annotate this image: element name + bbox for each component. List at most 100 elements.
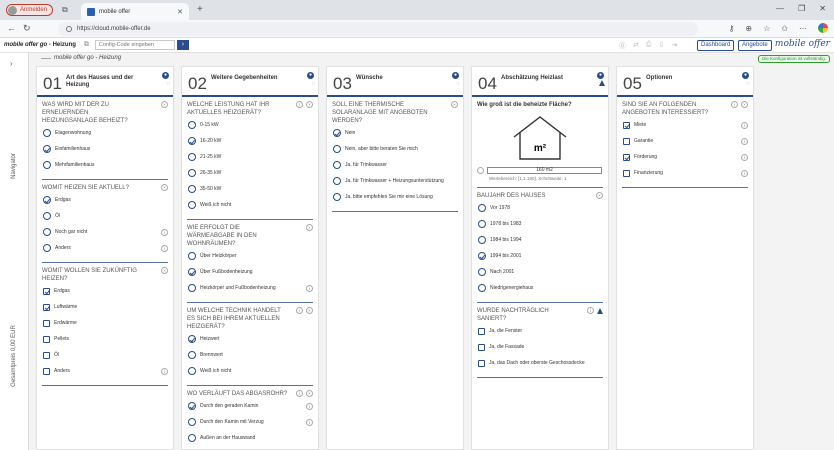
navigator-label[interactable]: Navigator bbox=[11, 153, 17, 179]
profile-button[interactable]: Anmelden bbox=[6, 4, 54, 16]
checkbox-option[interactable]: Garantie i bbox=[622, 133, 748, 149]
favorite-star-icon[interactable]: ☆ bbox=[763, 24, 770, 33]
info-icon[interactable]: i bbox=[296, 390, 303, 397]
checkbox-option[interactable]: Erdwärme bbox=[42, 315, 168, 331]
radio-option[interactable]: Einfamilienhaus bbox=[42, 141, 168, 157]
checkbox-icon[interactable] bbox=[478, 343, 485, 351]
radio-icon[interactable] bbox=[43, 196, 51, 204]
step-header[interactable]: 01 Art des Hauses und der Heizung ● ○ bbox=[37, 67, 173, 97]
external-link-icon[interactable]: ⧉ bbox=[84, 41, 89, 49]
reset-icon[interactable]: × bbox=[161, 101, 168, 108]
info-icon[interactable]: i bbox=[741, 121, 748, 129]
radio-icon[interactable] bbox=[188, 402, 196, 410]
info-icon[interactable]: i bbox=[741, 137, 748, 145]
radio-option[interactable]: Öl bbox=[42, 208, 168, 224]
info-icon[interactable]: i bbox=[741, 169, 748, 177]
checkbox-option[interactable]: Öl bbox=[42, 347, 168, 363]
reset-icon[interactable]: × bbox=[596, 192, 603, 199]
radio-icon[interactable] bbox=[188, 418, 196, 426]
checkbox-icon[interactable] bbox=[623, 153, 630, 161]
info-icon[interactable]: i bbox=[731, 101, 738, 108]
download-icon[interactable]: ⇩ bbox=[658, 41, 664, 51]
radio-icon[interactable] bbox=[43, 212, 51, 220]
copilot-icon[interactable] bbox=[818, 23, 828, 33]
radio-option[interactable]: Noch gar nicht i bbox=[42, 224, 168, 240]
radio-icon[interactable] bbox=[188, 121, 196, 129]
info-icon[interactable]: i bbox=[306, 418, 313, 426]
info-icon[interactable]: i bbox=[306, 284, 313, 292]
reset-icon[interactable]: × bbox=[306, 101, 313, 108]
radio-option[interactable]: 35-50 kW bbox=[187, 181, 313, 197]
radio-option[interactable]: Etagenwohnung bbox=[42, 125, 168, 141]
help-icon[interactable]: ⓪ bbox=[619, 41, 626, 51]
step-header[interactable]: 02 Weitere Gegebenheiten ● ○ bbox=[182, 67, 318, 97]
checkbox-icon[interactable] bbox=[43, 287, 50, 295]
radio-option[interactable]: Heizwert bbox=[187, 331, 313, 347]
key-icon[interactable]: ⚷ bbox=[729, 24, 735, 33]
close-window-icon[interactable]: ✕ bbox=[819, 4, 826, 13]
checkbox-option[interactable]: Ja, die Fenster bbox=[477, 323, 603, 339]
url-field[interactable]: https://cloud.mobile-offer.de bbox=[58, 22, 698, 36]
checkbox-icon[interactable] bbox=[478, 359, 485, 367]
checkbox-option[interactable]: Ja, die Fassade bbox=[477, 339, 603, 355]
radio-option[interactable]: Durch den Kamin mit Verzug i bbox=[187, 414, 313, 430]
radio-option[interactable]: Nach 2001 bbox=[477, 264, 603, 280]
minimize-icon[interactable]: — bbox=[776, 4, 784, 13]
checkbox-icon[interactable] bbox=[43, 335, 50, 343]
radio-icon[interactable] bbox=[188, 284, 196, 292]
radio-icon[interactable] bbox=[333, 145, 341, 153]
info-icon[interactable]: i bbox=[306, 402, 313, 410]
radio-icon[interactable] bbox=[188, 367, 196, 375]
radio-option[interactable]: Über Heizkörper bbox=[187, 248, 313, 264]
reset-icon[interactable]: × bbox=[306, 224, 313, 231]
radio-icon[interactable] bbox=[188, 268, 196, 276]
radio-icon[interactable] bbox=[43, 129, 51, 137]
back-icon[interactable]: ← bbox=[7, 23, 16, 33]
info-icon[interactable]: i bbox=[161, 244, 168, 252]
radio-icon[interactable] bbox=[43, 161, 51, 169]
radio-icon[interactable] bbox=[43, 228, 51, 236]
logout-icon[interactable]: ⇥ bbox=[671, 41, 677, 51]
radio-icon[interactable] bbox=[188, 137, 196, 145]
info-icon[interactable]: i bbox=[161, 228, 168, 236]
config-code-go-button[interactable]: › bbox=[176, 40, 189, 50]
radio-icon[interactable] bbox=[333, 193, 341, 201]
checkbox-icon[interactable] bbox=[43, 319, 50, 327]
radio-option[interactable]: 1984 bis 1994 bbox=[477, 232, 603, 248]
radio-option[interactable]: 16-20 kW bbox=[187, 133, 313, 149]
checkbox-icon[interactable] bbox=[623, 121, 630, 129]
radio-icon[interactable] bbox=[188, 434, 196, 442]
radio-option[interactable]: Weiß ich nicht bbox=[187, 363, 313, 379]
radio-option[interactable]: Nein bbox=[332, 125, 458, 141]
radio-option[interactable]: 1994 bis 2001 bbox=[477, 248, 603, 264]
area-input[interactable]: 160 m2 bbox=[487, 167, 602, 174]
browser-tab[interactable]: mobile offer ✕ bbox=[81, 3, 189, 20]
radio-option[interactable]: 21-25 kW bbox=[187, 149, 313, 165]
reset-icon[interactable]: × bbox=[451, 101, 458, 108]
radio-option[interactable]: Über Fußbodenheizung bbox=[187, 264, 313, 280]
reset-icon[interactable]: × bbox=[306, 390, 313, 397]
radio-option[interactable]: Ja, für Trinkwasser + Heizungsunterstütz… bbox=[332, 173, 458, 189]
radio-icon[interactable] bbox=[478, 284, 486, 292]
sync-icon[interactable]: ⇄ bbox=[633, 41, 639, 51]
radio-option[interactable]: Niedrigenergiehaus bbox=[477, 280, 603, 296]
checkbox-option[interactable]: Anders i bbox=[42, 363, 168, 379]
info-icon[interactable]: i bbox=[587, 307, 594, 314]
radio-icon[interactable] bbox=[478, 236, 486, 244]
config-code-input[interactable] bbox=[94, 40, 175, 50]
radio-option[interactable]: Brennwert bbox=[187, 347, 313, 363]
radio-option[interactable]: Mehrfamilienhaus bbox=[42, 157, 168, 173]
radio-option[interactable]: Erdgas bbox=[42, 192, 168, 208]
restore-icon[interactable]: ❐ bbox=[798, 4, 805, 13]
radio-icon[interactable] bbox=[333, 161, 341, 169]
radio-icon[interactable] bbox=[478, 204, 486, 212]
checkbox-icon[interactable] bbox=[623, 169, 630, 177]
info-icon[interactable]: i bbox=[296, 101, 303, 108]
radio-icon[interactable] bbox=[188, 153, 196, 161]
step-header[interactable]: 03 Wünsche ● ○ bbox=[327, 67, 463, 97]
radio-option[interactable]: Ja, für Trinkwasser bbox=[332, 157, 458, 173]
radio-icon[interactable] bbox=[333, 177, 341, 185]
radio-icon[interactable] bbox=[478, 220, 486, 228]
radio-option[interactable]: 1978 bis 1983 bbox=[477, 216, 603, 232]
radio-icon[interactable] bbox=[188, 252, 196, 260]
